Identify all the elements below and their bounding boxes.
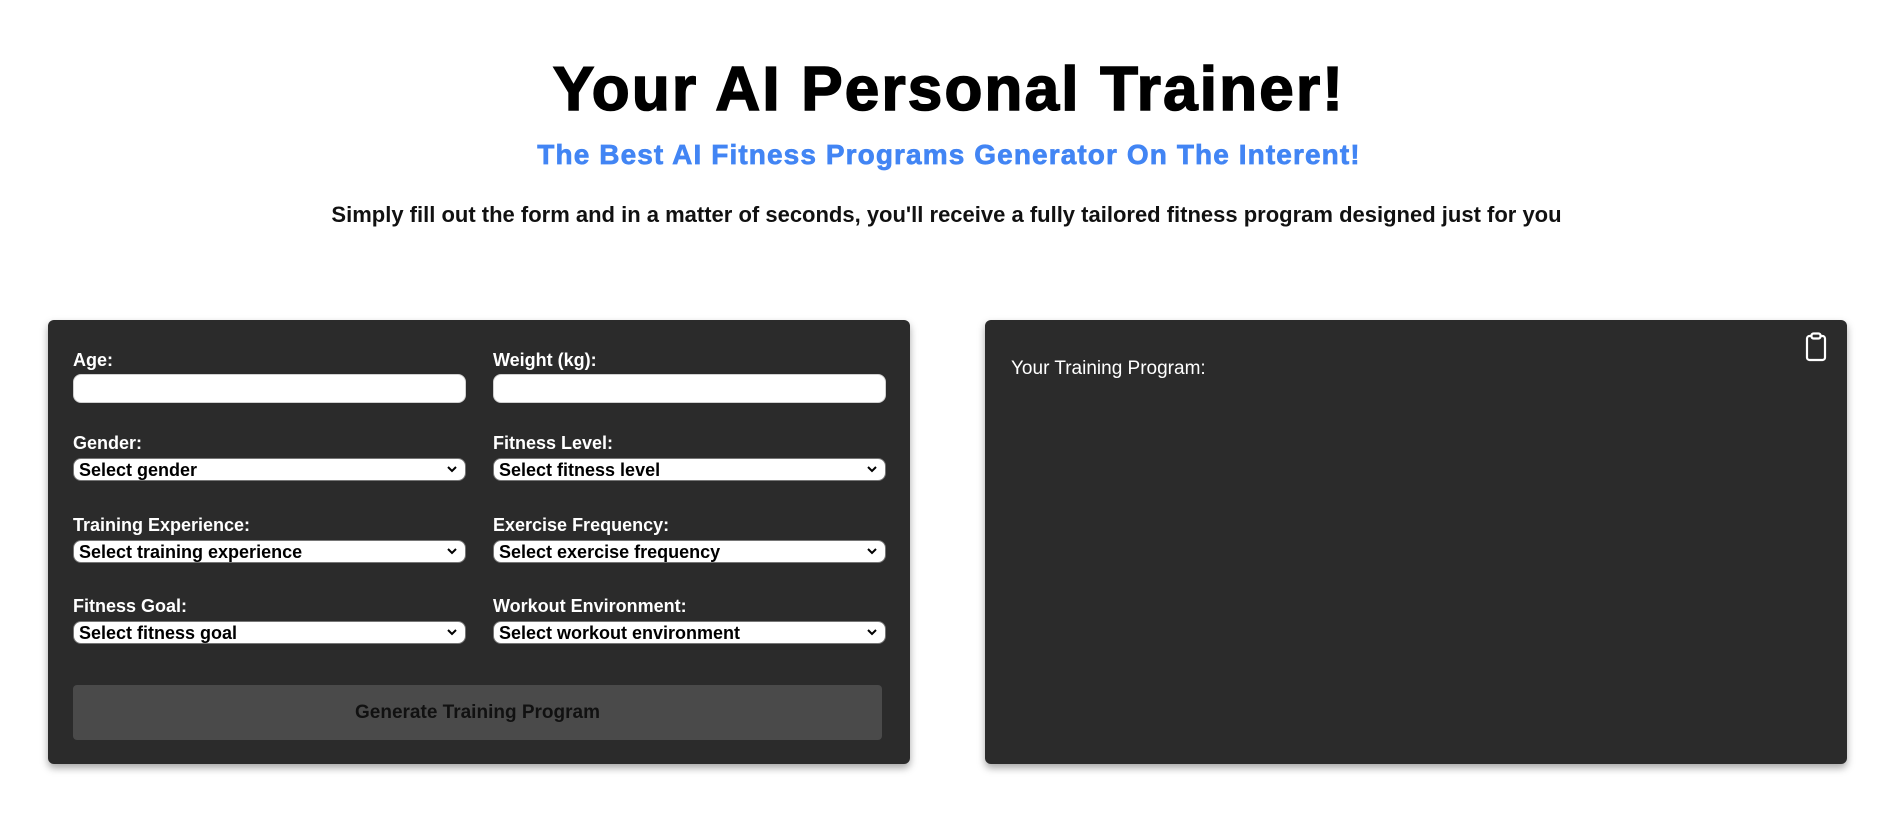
chevron-down-icon [447, 629, 457, 636]
program-form-panel: Age: Weight (kg): Gender: Select gender … [48, 320, 910, 764]
weight-field-group: Weight (kg): [493, 350, 886, 403]
age-label: Age: [73, 350, 113, 370]
chevron-down-icon [867, 548, 877, 555]
training-experience-field-group: Training Experience: Select training exp… [73, 515, 466, 563]
workout-environment-label: Workout Environment: [493, 596, 687, 616]
exercise-frequency-select-value: Select exercise frequency [499, 542, 721, 562]
output-label: Your Training Program: [1011, 358, 1206, 379]
page-subtitle: The Best AI Fitness Programs Generator O… [537, 139, 1361, 171]
workout-environment-select[interactable]: Select workout environment [493, 621, 886, 644]
gender-select[interactable]: Select gender [73, 458, 466, 481]
training-experience-select[interactable]: Select training experience [73, 540, 466, 563]
weight-input[interactable] [493, 374, 886, 403]
training-experience-select-value: Select training experience [79, 542, 303, 562]
fitness-goal-select[interactable]: Select fitness goal [73, 621, 466, 644]
fitness-goal-select-value: Select fitness goal [79, 623, 238, 643]
age-input[interactable] [73, 374, 466, 403]
workout-environment-field-group: Workout Environment: Select workout envi… [493, 596, 886, 644]
exercise-frequency-field-group: Exercise Frequency: Select exercise freq… [493, 515, 886, 563]
exercise-frequency-select[interactable]: Select exercise frequency [493, 540, 886, 563]
page-description: Simply fill out the form and in a matter… [331, 202, 1562, 227]
chevron-down-icon [447, 466, 457, 473]
fitness-level-select[interactable]: Select fitness level [493, 458, 886, 481]
fitness-goal-label: Fitness Goal: [73, 596, 188, 616]
workout-environment-select-value: Select workout environment [499, 623, 741, 643]
generate-program-button[interactable]: Generate Training Program [73, 685, 882, 740]
fitness-level-label: Fitness Level: [493, 433, 614, 453]
weight-label: Weight (kg): [493, 350, 597, 370]
exercise-frequency-label: Exercise Frequency: [493, 515, 670, 535]
gender-label: Gender: [73, 433, 143, 453]
age-field-group: Age: [73, 350, 466, 403]
fitness-goal-field-group: Fitness Goal: Select fitness goal [73, 596, 466, 644]
chevron-down-icon [447, 548, 457, 555]
training-program-output-panel: Your Training Program: [985, 320, 1847, 764]
page: Your AI Personal Trainer! The Best AI Fi… [0, 0, 1890, 815]
gender-field-group: Gender: Select gender [73, 433, 466, 481]
fitness-level-select-value: Select fitness level [499, 460, 661, 480]
chevron-down-icon [867, 466, 877, 473]
chevron-down-icon [867, 629, 877, 636]
page-title: Your AI Personal Trainer! [552, 54, 1346, 125]
training-experience-label: Training Experience: [73, 515, 251, 535]
clipboard-icon[interactable] [1805, 332, 1827, 362]
fitness-level-field-group: Fitness Level: Select fitness level [493, 433, 886, 481]
gender-select-value: Select gender [79, 460, 198, 480]
